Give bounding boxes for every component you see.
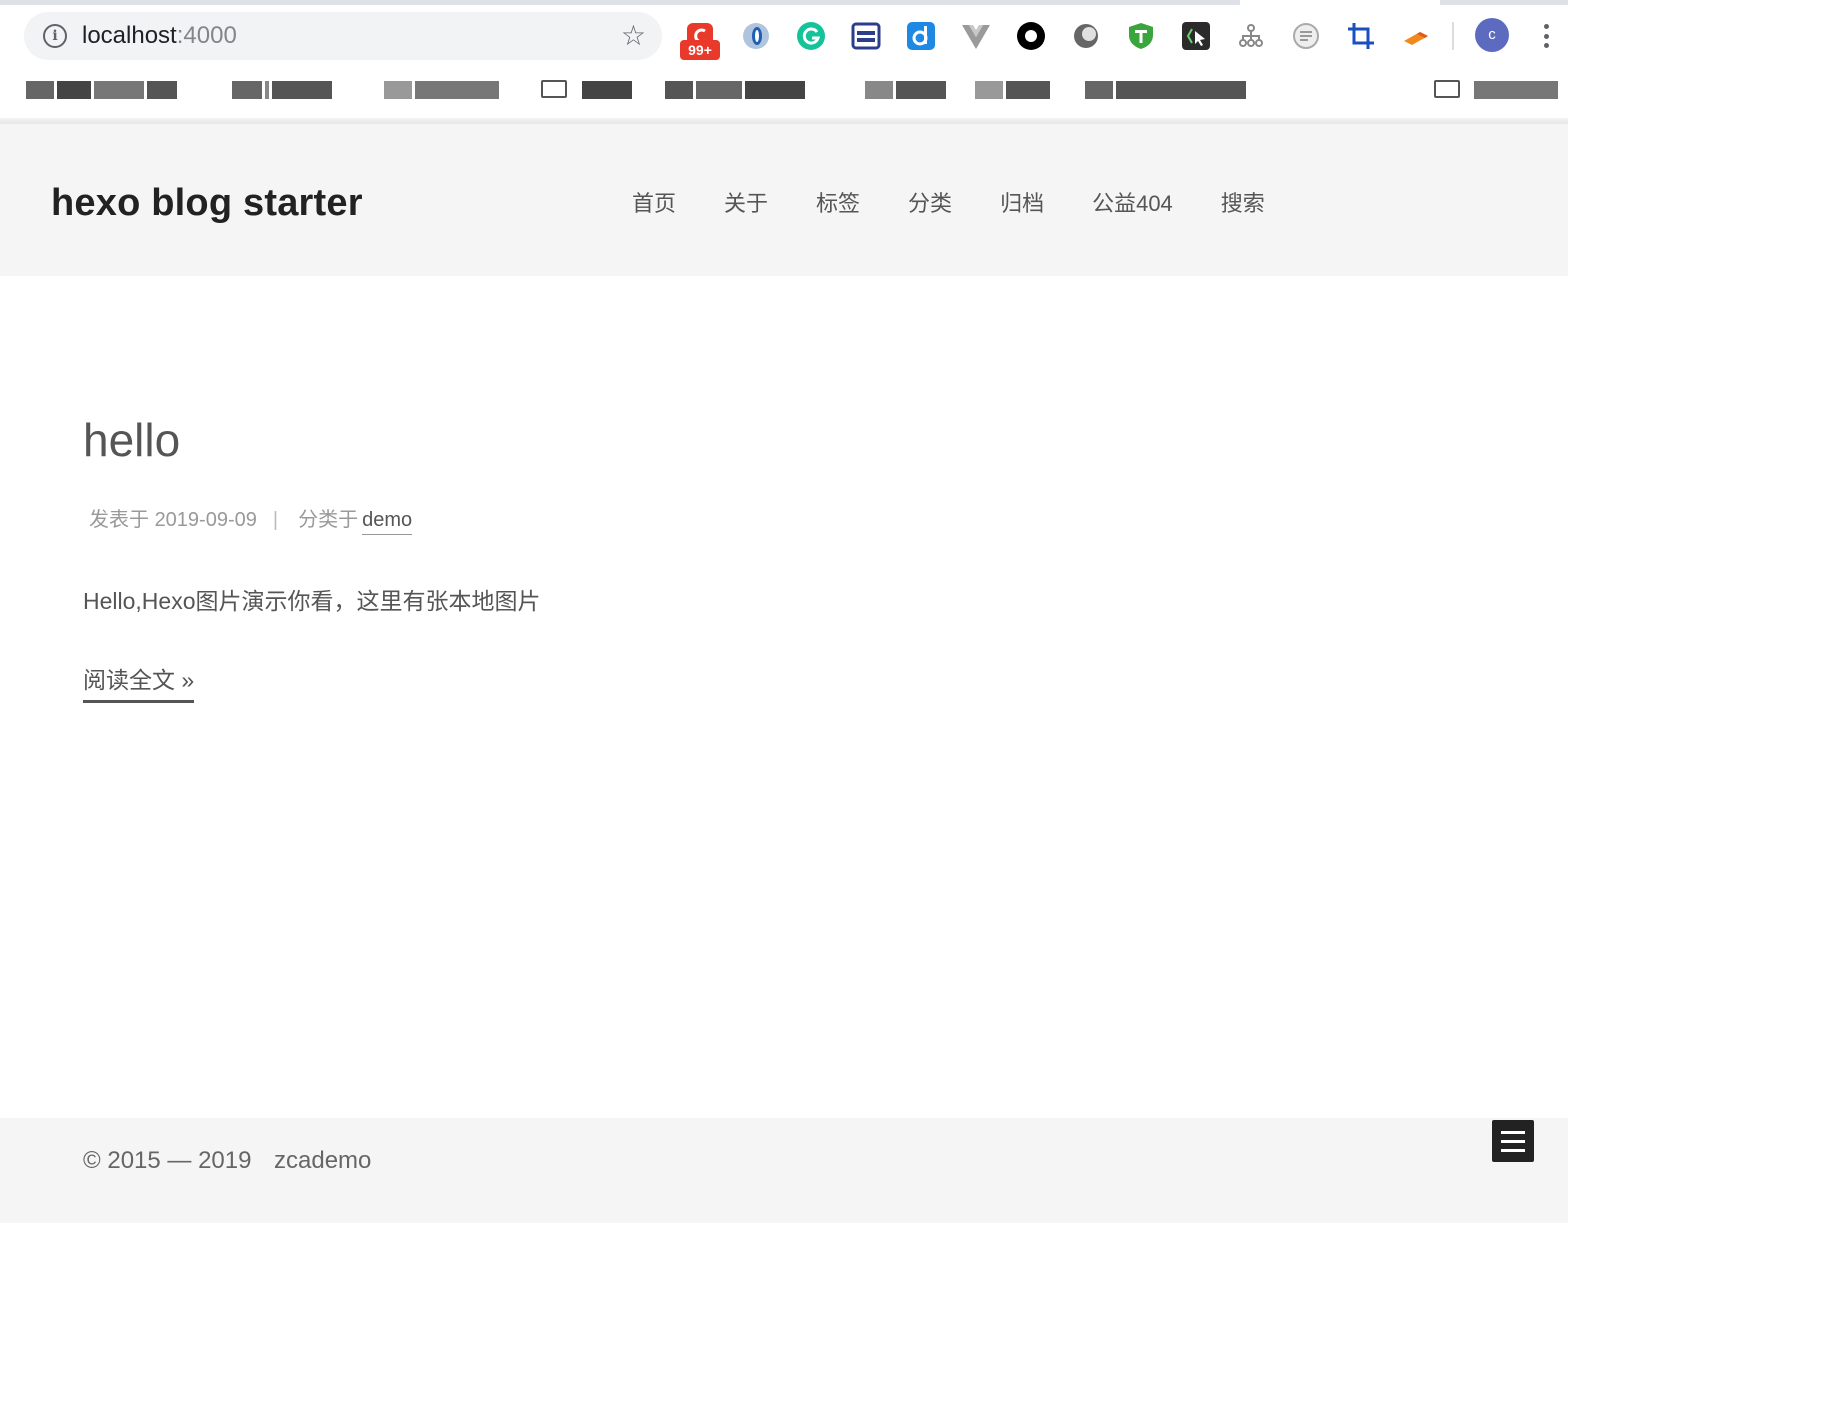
dict-d-icon[interactable] [905,20,937,52]
more-menu-icon[interactable] [1538,20,1554,52]
profile-avatar[interactable]: c [1475,18,1509,52]
bookmark-item[interactable] [1085,78,1246,102]
footer-author: zcademo [274,1147,372,1174]
sitemap-icon[interactable] [1235,20,1267,52]
address-bar[interactable]: i localhost:4000 ☆ [24,12,662,60]
post-date: 2019-09-09 [154,509,257,531]
moon-icon[interactable] [1070,20,1102,52]
post-title[interactable]: hello [83,410,1083,470]
nav-item-tags[interactable]: 标签 [816,186,860,222]
extension-badge: 99+ [680,40,720,60]
post-meta: 发表于 2019-09-09 | 分类于 demo [89,506,1083,535]
sidebar-toggle-menu-icon[interactable] [1492,1120,1534,1162]
bookmark-item[interactable] [665,78,805,102]
bookmark-item[interactable] [26,78,177,102]
url-port: :4000 [176,22,237,49]
bookmarks-bar [0,70,1568,114]
post-date-label: 发表于 [89,509,149,531]
folder-icon [1434,80,1460,98]
reader-icon[interactable] [1290,20,1322,52]
footer-copyright: © 2015 — 2019 [83,1147,252,1174]
nav-item-search[interactable]: 搜索 [1221,186,1265,222]
post-card: hello 发表于 2019-09-09 | 分类于 demo Hello,He… [83,410,1083,703]
bookmark-item[interactable] [582,78,632,102]
window-icon[interactable] [850,20,882,52]
record-icon[interactable] [1015,20,1047,52]
bookmark-item[interactable] [865,78,946,102]
site-title[interactable]: hexo blog starter [51,180,363,226]
nav-item-about[interactable]: 关于 [724,186,768,222]
toolbar-divider [1452,22,1454,50]
tab-strip-edge [0,0,1568,5]
post-excerpt: Hello,Hexo图片演示你看，这里有张本地图片 [83,588,541,614]
bookmark-star-icon[interactable]: ☆ [621,20,646,52]
shield-t-icon[interactable] [1125,20,1157,52]
site-nav: 首页 关于 标签 分类 归档 公益404 搜索 [632,186,1265,222]
site-header: hexo blog starter 首页 关于 标签 分类 归档 公益404 搜… [0,124,1568,276]
bookmark-item[interactable] [1474,78,1558,102]
circle-o-icon[interactable] [740,20,772,52]
grammarly-icon[interactable] [795,20,827,52]
nav-item-archives[interactable]: 归档 [1000,186,1044,222]
nav-item-categories[interactable]: 分类 [908,186,952,222]
url-host: localhost [82,22,177,49]
url-text[interactable]: localhost:4000 [82,22,237,50]
pencil-tool-icon[interactable] [1400,20,1432,52]
read-more-button[interactable]: 阅读全文 » [83,663,195,703]
bookmark-item[interactable] [975,78,1050,102]
browser-toolbar: i localhost:4000 ☆ 99+ c [0,0,1568,124]
nav-item-404[interactable]: 公益404 [1092,186,1173,222]
bookmark-item[interactable] [384,78,499,102]
vue-devtools-icon[interactable] [960,20,992,52]
crop-icon[interactable] [1345,20,1377,52]
site-footer: © 2015 — 2019 zcademo [0,1118,1568,1223]
post-category-link[interactable]: demo [362,506,413,535]
nav-item-home[interactable]: 首页 [632,186,676,222]
site-info-icon[interactable]: i [43,24,67,48]
folder-icon [541,80,567,98]
bookmark-item[interactable] [232,78,332,102]
meta-separator: | [272,509,279,531]
post-category-label: 分类于 [298,509,359,531]
code-cursor-icon[interactable] [1180,20,1212,52]
